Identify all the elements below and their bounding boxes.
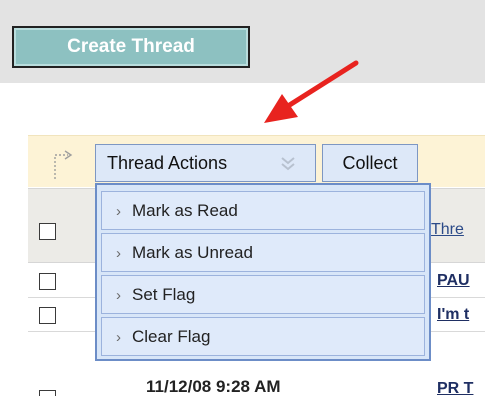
thread-actions-button[interactable]: Thread Actions [95,144,316,182]
top-toolbar: Create Thread [0,0,485,83]
menu-item-mark-as-unread[interactable]: › Mark as Unread [101,233,425,272]
menu-item-label: Mark as Read [132,201,238,220]
thread-title-link[interactable]: I'm t [437,306,469,324]
menu-item-set-flag[interactable]: › Set Flag [101,275,425,314]
thread-title-link[interactable]: PAU [437,272,470,290]
thread-date: 11/12/08 9:28 AM [146,377,281,396]
thread-actions-label: Thread Actions [107,153,228,173]
chevron-right-icon: › [116,203,121,220]
menu-item-label: Set Flag [132,285,196,304]
row-checkbox[interactable] [39,307,56,324]
menu-item-mark-as-read[interactable]: › Mark as Read [101,191,425,230]
row-checkbox[interactable] [39,273,56,290]
red-arrow-icon [264,60,359,123]
menu-item-clear-flag[interactable]: › Clear Flag [101,317,425,356]
chevron-right-icon: › [116,245,121,262]
menu-item-label: Clear Flag [132,327,211,346]
select-all-checkbox[interactable] [39,223,56,240]
create-thread-button[interactable]: Create Thread [12,26,250,68]
collect-button[interactable]: Collect [322,144,418,182]
dotted-arrow-icon [54,150,73,179]
chevron-right-icon: › [116,287,121,304]
thread-column-header[interactable]: Thre [431,221,464,239]
menu-item-label: Mark as Unread [132,243,253,262]
row-checkbox[interactable] [39,390,56,396]
double-chevron-down-icon [281,157,295,171]
chevron-right-icon: › [116,329,121,346]
thread-actions-menu: › Mark as Read › Mark as Unread › Set Flag … [95,183,431,361]
thread-title-link[interactable]: PR T [437,380,473,396]
